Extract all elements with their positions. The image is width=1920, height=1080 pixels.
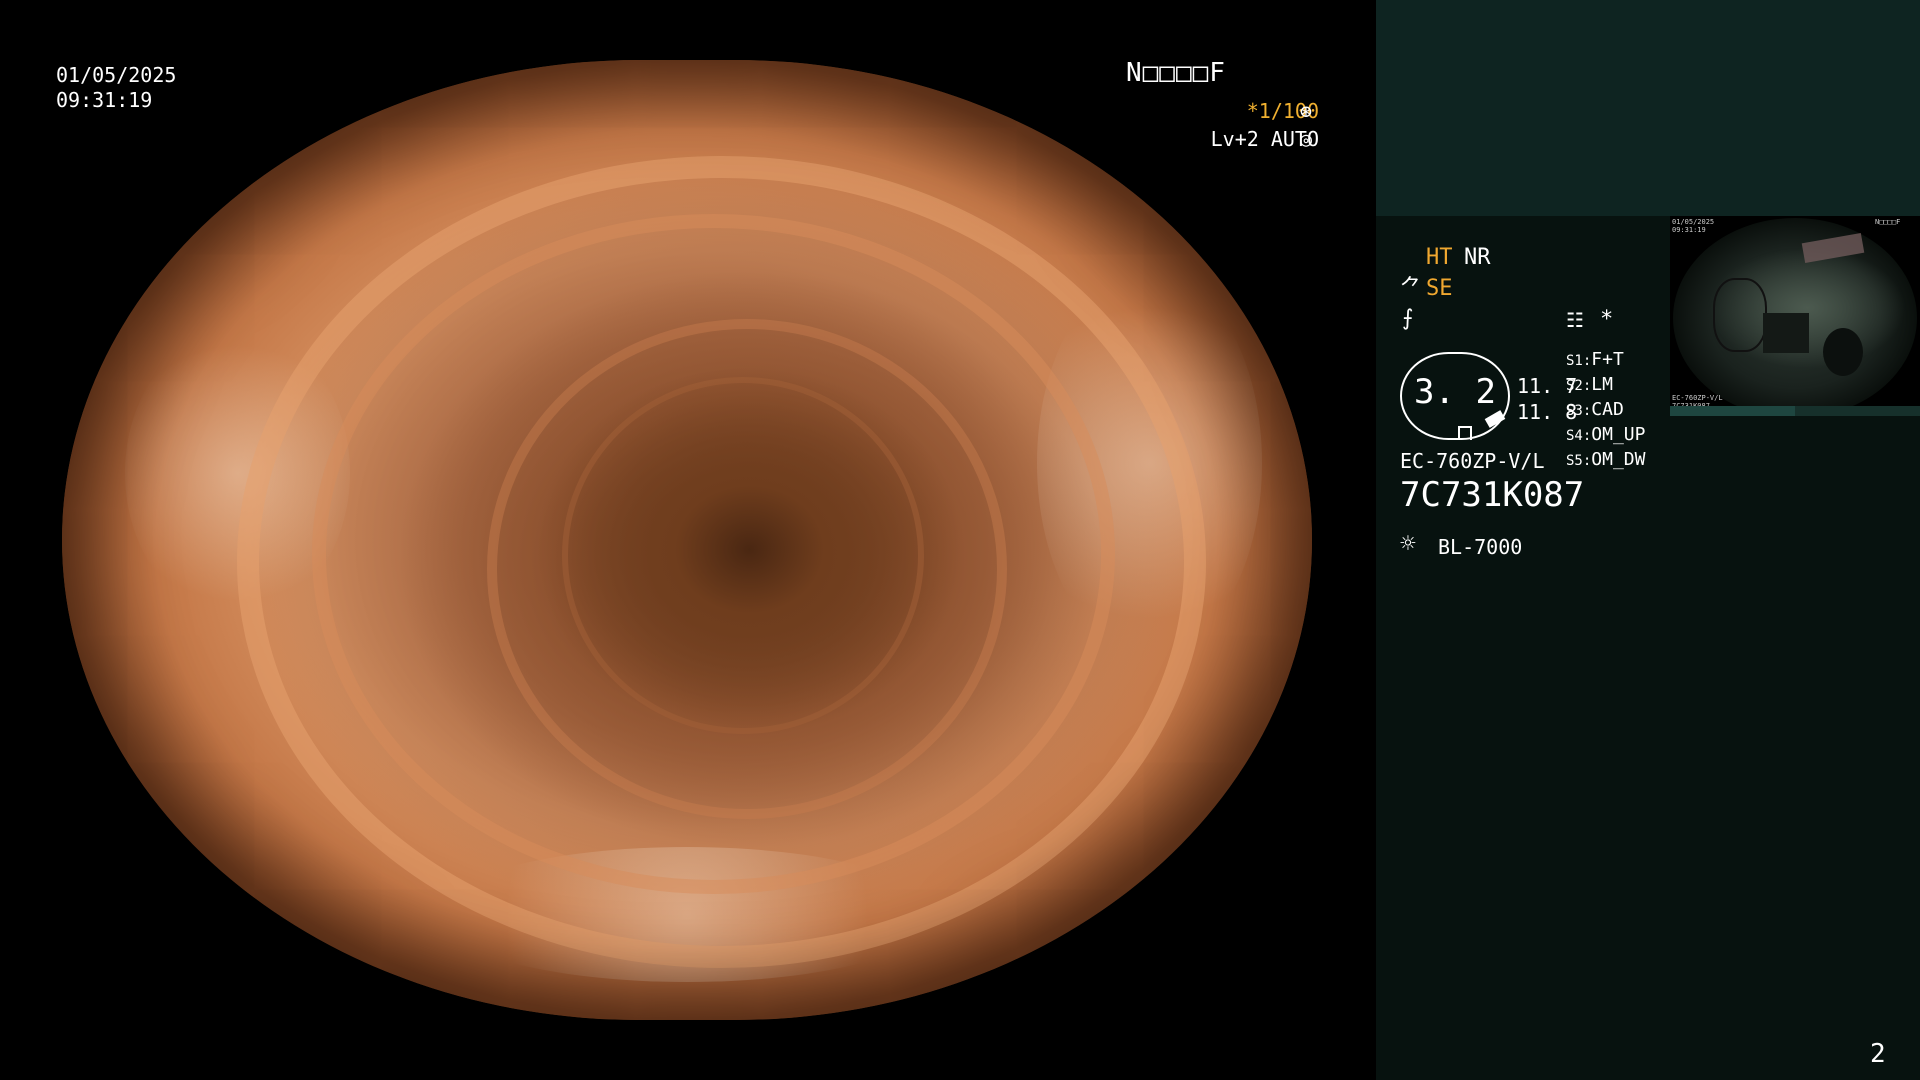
switch-key: S3	[1566, 403, 1583, 419]
thumbnail-patient-code: N□□□□F	[1875, 218, 1901, 226]
switch-value: CAD	[1591, 399, 1624, 420]
endoscope-image	[62, 60, 1312, 1020]
ht-indicator: HT	[1426, 245, 1453, 270]
endoscopy-screen: 01/05/2025 09:31:19 N□□□□F *1/100 ⊛ Lv+2…	[0, 0, 1920, 1080]
thumbnail-person	[1823, 328, 1863, 376]
switch-s4: S4:OM_UP	[1566, 424, 1646, 445]
switch-value: OM_UP	[1591, 424, 1646, 445]
switch-key: S5	[1566, 453, 1583, 469]
se-indicator: SE	[1426, 276, 1453, 301]
thumbnail-equipment	[1713, 278, 1767, 352]
thumbnail-model: EC-760ZP-V/L	[1672, 394, 1723, 402]
thumbnail-equipment	[1763, 313, 1809, 353]
switch-key: S1	[1566, 353, 1583, 369]
scope-model: EC-760ZP-V/L	[1400, 449, 1545, 473]
switch-s2: S2:LM	[1566, 374, 1613, 395]
switch-s3: S3:CAD	[1566, 399, 1624, 420]
switch-value: LM	[1591, 374, 1613, 395]
thumbnail-time: 09:31:19	[1672, 226, 1706, 234]
switch-value: F+T	[1591, 349, 1624, 370]
zoom-marker	[1458, 426, 1472, 440]
nr-indicator: NR	[1464, 245, 1491, 270]
enhance-icon: ⺈	[1400, 276, 1423, 301]
thumbnail-image	[1673, 218, 1917, 416]
switch-key: S4	[1566, 428, 1583, 444]
menu-icon: ☷	[1566, 308, 1584, 332]
patient-code: N□□□□F	[1126, 58, 1226, 88]
light-source-icon: ☼	[1400, 529, 1416, 559]
exam-date: 01/05/2025	[56, 63, 177, 87]
auto-iris-icon: ◎	[1300, 127, 1313, 151]
switch-value: OM_DW	[1591, 449, 1646, 470]
thumbnail-date: 01/05/2025	[1672, 218, 1715, 226]
switch-key: S2	[1566, 378, 1583, 394]
thumbnail-status-fill	[1670, 406, 1795, 416]
info-panel: HT NR ⺈ SE ⨍ ☷ * 3. 2 11. 7 11. 8 S1:F+T…	[1376, 0, 1920, 1080]
switch-s5: S5:OM_DW	[1566, 449, 1646, 470]
panel-header-area	[1376, 0, 1920, 216]
zoom-marker	[1484, 410, 1506, 428]
scope-serial: 7C731K087	[1400, 475, 1585, 515]
zoom-badge: 3. 2	[1400, 352, 1510, 440]
light-source: BL-7000	[1438, 535, 1523, 559]
page-number: 2	[1870, 1039, 1886, 1069]
shutter-icon: ⊛	[1300, 99, 1313, 123]
star-indicator: *	[1600, 307, 1614, 332]
thumbnail-status-bar	[1670, 406, 1920, 416]
switch-s1: S1:F+T	[1566, 349, 1624, 370]
thumbnail-bed	[1801, 232, 1865, 264]
zoom-value: 3. 2	[1414, 372, 1496, 412]
function-icon: ⨍	[1402, 306, 1414, 331]
image-vignette	[62, 60, 1312, 1020]
exam-time: 09:31:19	[56, 88, 153, 112]
room-camera-thumbnail[interactable]: 01/05/2025 09:31:19 N□□□□F EC-760ZP-V/L …	[1670, 216, 1920, 416]
